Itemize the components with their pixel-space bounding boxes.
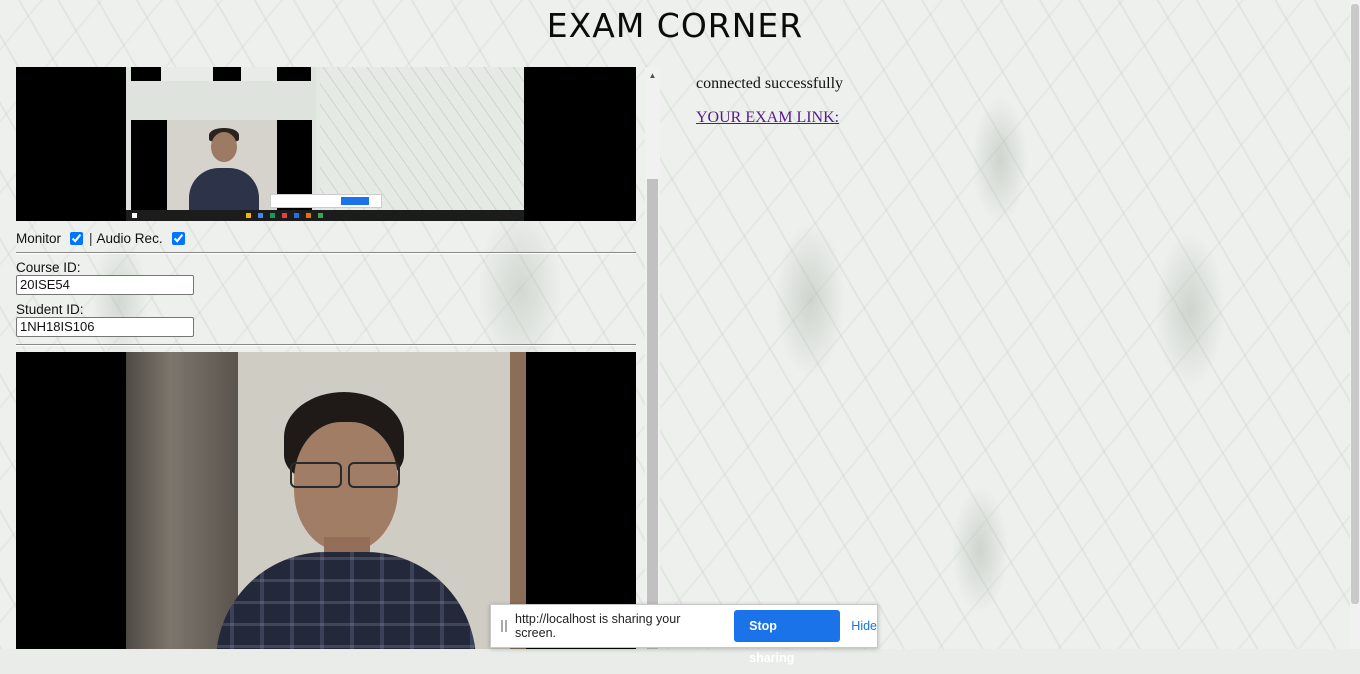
divider [16, 252, 636, 254]
student-id-input[interactable] [16, 317, 194, 337]
monitor-label: Monitor [16, 230, 62, 246]
page-scroll-thumb[interactable] [1351, 4, 1359, 604]
page-scrollbar[interactable] [1350, 0, 1360, 649]
course-id-input[interactable] [16, 275, 194, 295]
toggle-separator: | [89, 230, 93, 246]
exam-link[interactable]: YOUR EXAM LINK: [696, 109, 839, 127]
monitor-panel: Monitor | Audio Rec. Course ID: Student … [16, 67, 636, 649]
share-message: http://localhost is sharing your screen. [515, 612, 681, 640]
screen-share-notification: http://localhost is sharing your screen.… [490, 604, 878, 665]
scroll-up-arrow-icon[interactable]: ▲ [645, 67, 660, 84]
drag-handle-icon[interactable] [501, 620, 507, 632]
stop-sharing-button[interactable]: Stop sharing [734, 610, 841, 665]
scroll-thumb[interactable] [647, 179, 658, 649]
course-id-label: Course ID: [16, 260, 81, 275]
mini-form-thumbnail [129, 81, 189, 117]
student-id-label: Student ID: [16, 302, 84, 317]
monitor-checkbox[interactable] [70, 231, 84, 245]
mini-taskbar [126, 210, 524, 221]
screen-share-preview [16, 67, 636, 221]
connection-status: connected successfully [696, 75, 844, 92]
hide-button[interactable]: Hide [851, 619, 877, 633]
exam-panel: connected successfully YOUR EXAM LINK: [666, 67, 1340, 649]
divider [16, 344, 636, 346]
audio-rec-label: Audio Rec. [96, 230, 163, 246]
left-panel-scrollbar[interactable]: ▲ [645, 67, 660, 649]
mini-share-banner [270, 194, 382, 208]
recording-toggles: Monitor | Audio Rec. [16, 229, 185, 247]
page-title: EXAM CORNER [546, 6, 804, 45]
shared-screen-thumbnail [126, 67, 524, 221]
audio-rec-checkbox[interactable] [171, 231, 185, 245]
